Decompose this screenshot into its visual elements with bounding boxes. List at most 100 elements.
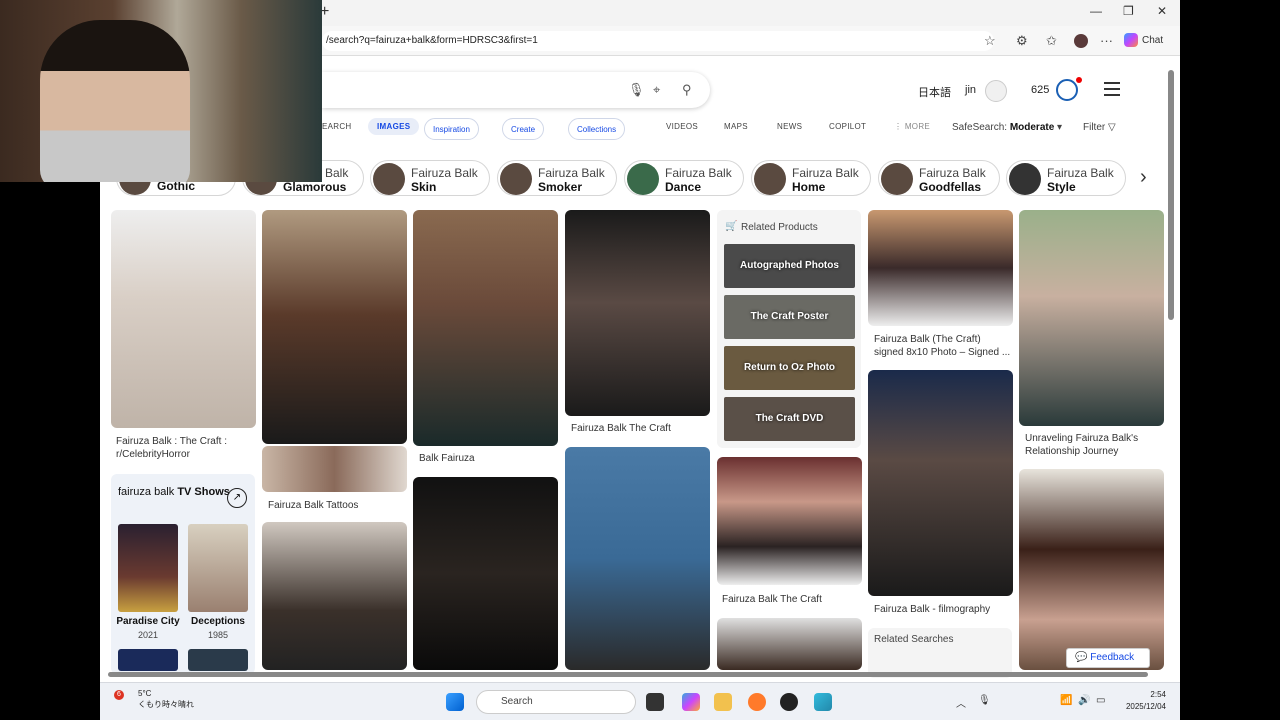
image-result[interactable] <box>565 210 710 416</box>
avatar[interactable] <box>985 80 1007 102</box>
scrollbar-thumb[interactable] <box>108 672 1148 677</box>
tv-shows-heading[interactable]: fairuza balk TV Shows <box>118 486 230 499</box>
more-label: MORE <box>904 122 931 131</box>
user-name[interactable]: jin <box>965 84 976 96</box>
image-caption[interactable]: Fairuza Balk (The Craft) signed 8x10 Pho… <box>874 333 1012 359</box>
close-icon[interactable]: ✕ <box>1157 4 1167 18</box>
image-result[interactable] <box>262 522 407 670</box>
image-caption[interactable]: Fairuza Balk The Craft <box>722 593 860 606</box>
image-result-strip[interactable] <box>262 446 407 492</box>
chip-dance[interactable]: Fairuza Balk Dance <box>624 160 744 196</box>
tv-heading-plain: fairuza balk <box>118 486 178 498</box>
tv-poster[interactable] <box>118 649 178 671</box>
url-field[interactable]: /search?q=fairuza+balk&form=HDRSC3&first… <box>322 31 994 51</box>
filter-button[interactable]: Filter ▽ <box>1083 122 1116 133</box>
image-caption[interactable]: Unraveling Fairuza Balk's Relationship J… <box>1025 432 1163 458</box>
chip-home[interactable]: Fairuza Balk Home <box>751 160 871 196</box>
image-result[interactable] <box>717 457 862 585</box>
file-explorer-icon[interactable] <box>714 693 732 711</box>
rewards-points[interactable]: 625 <box>1031 84 1049 96</box>
image-result[interactable] <box>413 477 558 670</box>
tab-videos[interactable]: VIDEOS <box>666 122 698 131</box>
tab-create[interactable]: Create <box>502 118 545 140</box>
tv-show-name[interactable]: Deceptions <box>183 616 253 627</box>
image-caption[interactable]: Fairuza Balk : The Craft : r/CelebrityHo… <box>116 435 254 461</box>
hamburger-menu-icon[interactable] <box>1104 82 1120 100</box>
search-input[interactable]: 🎙 ⌖ ⚲ <box>322 72 710 108</box>
tab-copilot[interactable]: COPILOT <box>829 122 866 131</box>
chips-next-arrow-icon[interactable]: › <box>1140 166 1147 189</box>
image-result[interactable] <box>262 210 407 444</box>
product-autographed-photos[interactable]: Autographed Photos <box>724 244 855 288</box>
tab-search[interactable]: EARCH <box>322 122 352 131</box>
favorite-star-icon[interactable]: ☆ <box>984 33 996 49</box>
chip-goodfellas[interactable]: Fairuza Balk Goodfellas <box>878 160 1000 196</box>
tv-poster-paradise-city[interactable] <box>118 524 178 612</box>
image-result[interactable] <box>111 210 256 428</box>
chip-skin[interactable]: Fairuza Balk Skin <box>370 160 490 196</box>
maximize-icon[interactable]: ❐ <box>1123 4 1134 18</box>
more-options-icon[interactable]: ··· <box>1100 33 1113 48</box>
profile-icon[interactable] <box>1074 34 1088 48</box>
horizontal-scrollbar[interactable] <box>100 670 1166 678</box>
image-result[interactable] <box>1019 210 1164 426</box>
image-caption[interactable]: Balk Fairuza <box>419 452 557 465</box>
rewards-icon[interactable] <box>1056 79 1078 101</box>
copilot-chat-button[interactable]: Chat <box>1124 31 1163 51</box>
weather-widget[interactable]: 6 5°C くもり時々晴れ <box>114 688 194 710</box>
image-result[interactable] <box>1019 469 1164 670</box>
chip-thumbnail <box>754 163 786 195</box>
chip-style[interactable]: Fairuza Balk Style <box>1006 160 1126 196</box>
taskbar-search[interactable]: Search <box>476 690 636 714</box>
feedback-button[interactable]: 💬 Feedback <box>1066 648 1150 668</box>
image-caption[interactable]: Fairuza Balk - filmography <box>874 603 1012 616</box>
tab-maps[interactable]: MAPS <box>724 122 748 131</box>
show-hidden-icons-icon[interactable]: ︿ <box>956 695 966 710</box>
image-result[interactable] <box>413 210 558 446</box>
extensions-icon[interactable]: ⚙ <box>1016 33 1028 49</box>
windows-start-icon[interactable] <box>446 693 464 711</box>
image-caption[interactable]: Fairuza Balk Tattoos <box>268 499 406 512</box>
product-craft-dvd[interactable]: The Craft DVD <box>724 397 855 441</box>
wifi-icon[interactable]: 📶 <box>1060 695 1072 706</box>
image-caption[interactable]: Fairuza Balk The Craft <box>571 422 709 435</box>
product-return-to-oz[interactable]: Return to Oz Photo <box>724 346 855 390</box>
tv-poster[interactable] <box>188 649 248 671</box>
arrow-up-right-icon[interactable]: ↗ <box>227 488 247 508</box>
image-result[interactable] <box>868 210 1013 326</box>
battery-icon[interactable]: ▭ <box>1096 695 1105 706</box>
tab-inspiration[interactable]: Inspiration <box>424 118 479 140</box>
firefox-icon[interactable] <box>748 693 766 711</box>
tab-news[interactable]: NEWS <box>777 122 802 131</box>
tab-collections[interactable]: Collections <box>568 118 626 140</box>
tv-show-name[interactable]: Paradise City <box>113 616 183 627</box>
clock[interactable]: 2:54 2025/12/04 <box>1118 689 1166 713</box>
clock-date: 2025/12/04 <box>1125 702 1166 711</box>
image-result[interactable] <box>565 447 710 670</box>
chip-smoker[interactable]: Fairuza Balk Smoker <box>497 160 617 196</box>
minimize-icon[interactable]: — <box>1090 4 1102 18</box>
safesearch-value: Moderate <box>1009 122 1055 133</box>
safesearch-dropdown[interactable]: SafeSearch: Moderate ▾ <box>952 122 1062 133</box>
language-link[interactable]: 日本語 <box>918 84 951 100</box>
image-result[interactable] <box>868 370 1013 596</box>
image-result[interactable] <box>717 618 862 670</box>
vertical-scrollbar[interactable] <box>1166 60 1176 670</box>
tv-poster-deceptions[interactable] <box>188 524 248 612</box>
collections-label: Collections <box>577 125 617 134</box>
volume-icon[interactable]: 🔊 <box>1078 695 1090 706</box>
favorites-icon[interactable]: ✩ <box>1046 33 1057 49</box>
scrollbar-thumb[interactable] <box>1168 70 1174 320</box>
task-view-icon[interactable] <box>646 693 664 711</box>
search-icon[interactable]: ⚲ <box>682 82 692 98</box>
product-craft-poster[interactable]: The Craft Poster <box>724 295 855 339</box>
microphone-tray-icon[interactable]: 🎙 <box>978 695 991 706</box>
microphone-icon[interactable]: 🎙 <box>628 82 645 98</box>
visual-search-icon[interactable]: ⌖ <box>653 82 660 98</box>
copilot-app-icon[interactable] <box>682 693 700 711</box>
app-icon[interactable] <box>780 693 798 711</box>
edge-icon[interactable] <box>814 693 832 711</box>
tab-images[interactable]: IMAGES <box>368 118 420 135</box>
tab-more[interactable]: ⋮ MORE <box>894 122 930 131</box>
chip-label-top: Fairuza Balk <box>538 166 605 180</box>
